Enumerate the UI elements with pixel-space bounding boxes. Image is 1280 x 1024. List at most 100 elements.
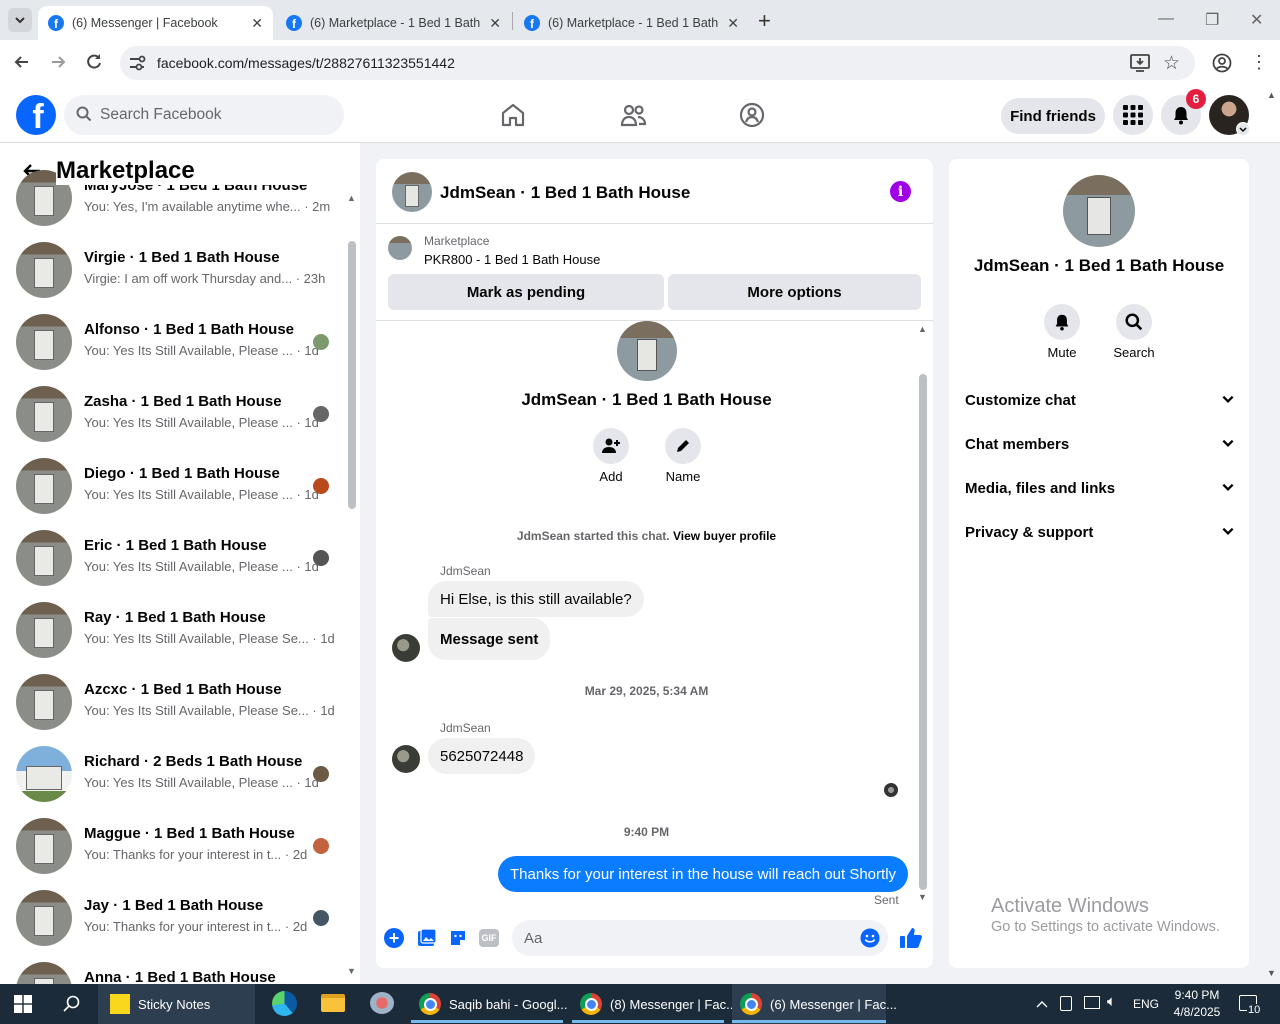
search-input[interactable]: Search Facebook xyxy=(64,95,344,135)
back-icon[interactable] xyxy=(12,52,32,75)
clock[interactable]: 9:40 PM 4/8/2025 xyxy=(1168,987,1226,1021)
taskbar-chrome-window[interactable]: (8) Messenger | Fac... xyxy=(572,984,737,1024)
more-options-button[interactable]: More options xyxy=(668,274,921,310)
edit-name-button[interactable] xyxy=(665,428,701,464)
taskbar-search-icon[interactable] xyxy=(63,995,81,1016)
new-tab-button[interactable]: + xyxy=(758,8,771,34)
minimize-icon[interactable]: — xyxy=(1158,10,1174,28)
chevron-down-icon xyxy=(1222,527,1234,535)
sender-avatar[interactable] xyxy=(392,745,420,773)
edge-browser-icon[interactable] xyxy=(272,991,297,1016)
chrome-icon xyxy=(740,993,762,1015)
network-icon[interactable] xyxy=(1084,996,1100,1009)
volume-icon[interactable]: 🔈︎ xyxy=(1107,993,1116,1010)
taskbar-chrome-window-active[interactable]: (6) Messenger | Fac... xyxy=(732,984,897,1024)
reload-icon[interactable] xyxy=(84,52,104,75)
mute-button[interactable] xyxy=(1044,304,1080,340)
page-scroll-up-icon[interactable]: ▲ xyxy=(1267,90,1276,100)
conversation-item[interactable]: Jay · 1 Bed 1 Bath House You: Thanks for … xyxy=(16,890,336,962)
gif-icon[interactable]: GIF xyxy=(479,929,499,947)
profile-icon[interactable] xyxy=(1212,53,1232,76)
conversation-preview: You: Thanks for your interest in t... · … xyxy=(84,919,308,934)
conversation-item[interactable]: Azcxc · 1 Bed 1 Bath House You: Yes Its S… xyxy=(16,674,336,746)
taskbar-chrome-window[interactable]: Saqib bahi - Googl... xyxy=(411,984,568,1024)
attach-image-icon[interactable] xyxy=(417,928,437,951)
language-indicator[interactable]: ENG xyxy=(1133,997,1159,1011)
chat-header-avatar[interactable] xyxy=(392,172,432,212)
account-chevron-icon[interactable] xyxy=(1236,122,1250,136)
conversation-item[interactable]: Anna · 1 Bed 1 Bath House xyxy=(16,962,336,984)
address-bar[interactable]: facebook.com/messages/t/2882761132355144… xyxy=(120,46,1195,80)
taskbar-item-label: Saqib bahi - Googl... xyxy=(449,996,568,1012)
sidebar-scrollbar[interactable]: ▲ ▼ xyxy=(347,193,357,983)
home-nav-icon[interactable] xyxy=(499,101,527,132)
bookmark-star-icon[interactable]: ☆ xyxy=(1163,52,1180,75)
close-tab-icon[interactable]: ✕ xyxy=(489,15,501,32)
page-scroll-down-icon[interactable]: ▼ xyxy=(1267,968,1276,978)
close-tab-icon[interactable]: ✕ xyxy=(251,15,263,32)
conversation-item[interactable]: Eric · 1 Bed 1 Bath House You: Yes Its St… xyxy=(16,530,336,602)
conversation-item[interactable]: Alfonso · 1 Bed 1 Bath House You: Yes Its… xyxy=(16,314,336,386)
conversation-item[interactable]: Diego · 1 Bed 1 Bath House You: Yes Its S… xyxy=(16,458,336,530)
sender-avatar[interactable] xyxy=(392,634,420,662)
search-in-chat-button[interactable] xyxy=(1116,304,1152,340)
scrollbar-thumb[interactable] xyxy=(919,374,927,890)
friends-nav-icon[interactable] xyxy=(619,101,647,132)
mark-as-pending-button[interactable]: Mark as pending xyxy=(388,274,664,310)
incoming-message[interactable]: 5625072448 xyxy=(428,738,536,774)
message-input[interactable]: Aa xyxy=(512,920,888,956)
scroll-up-arrow-icon[interactable]: ▲ xyxy=(347,193,356,203)
windows-start-icon[interactable] xyxy=(14,995,32,1016)
listing-price[interactable]: PKR800 - 1 Bed 1 Bath House xyxy=(424,252,600,267)
close-tab-icon[interactable]: ✕ xyxy=(727,15,739,32)
info-icon[interactable]: i xyxy=(890,181,911,202)
like-thumbs-up-icon[interactable] xyxy=(899,926,923,953)
incoming-message[interactable]: Message sent xyxy=(428,618,551,660)
window-close-icon[interactable]: ✕ xyxy=(1250,10,1263,30)
outgoing-message[interactable]: Thanks for your interest in the house wi… xyxy=(498,856,909,892)
tab-search-button[interactable] xyxy=(8,8,32,32)
more-actions-icon[interactable]: + xyxy=(384,928,404,948)
view-buyer-profile-link[interactable]: View buyer profile xyxy=(673,529,776,543)
scroll-down-arrow-icon[interactable]: ▼ xyxy=(347,966,356,976)
browser-tab-active[interactable]: f (6) Messenger | Facebook ✕ xyxy=(38,6,273,40)
install-app-icon[interactable] xyxy=(1130,54,1150,75)
chat-title[interactable]: JdmSean · 1 Bed 1 Bath House xyxy=(440,183,690,203)
conversation-item[interactable]: Richard · 2 Beds 1 Bath House You: Yes It… xyxy=(16,746,336,818)
search-icon xyxy=(76,106,92,125)
browser-menu-icon[interactable]: ⋮ xyxy=(1250,52,1268,72)
tray-chevron-icon[interactable] xyxy=(1036,996,1048,1012)
conversation-item[interactable]: Ray · 1 Bed 1 Bath House You: Yes Its Sti… xyxy=(16,602,336,674)
sticker-icon[interactable] xyxy=(448,928,468,951)
find-friends-button[interactable]: Find friends xyxy=(1001,98,1105,134)
browser-tab[interactable]: f (6) Marketplace - 1 Bed 1 Bath House ✕ xyxy=(514,6,749,40)
taskbar-sticky-notes[interactable]: Sticky Notes xyxy=(98,984,255,1024)
customize-chat-section[interactable]: Customize chat xyxy=(965,392,1235,409)
chat-profile-avatar[interactable] xyxy=(617,321,677,381)
chat-members-section[interactable]: Chat members xyxy=(965,436,1235,453)
scrollbar-thumb[interactable] xyxy=(348,241,356,509)
incoming-message[interactable]: Hi Else, is this still available? xyxy=(428,581,644,617)
conversation-item[interactable]: Maggue · 1 Bed 1 Bath House You: Thanks f… xyxy=(16,818,336,890)
conversation-item[interactable]: Virgie · 1 Bed 1 Bath House Virgie: I am … xyxy=(16,242,336,314)
scroll-up-arrow-icon[interactable]: ▲ xyxy=(918,324,927,334)
add-people-button[interactable] xyxy=(593,428,629,464)
forward-icon[interactable] xyxy=(48,52,68,75)
conversation-item[interactable]: Zasha · 1 Bed 1 Bath House You: Yes Its S… xyxy=(16,386,336,458)
file-explorer-icon[interactable] xyxy=(321,994,345,1012)
snipping-tool-icon[interactable] xyxy=(370,992,394,1014)
tray-device-icon[interactable] xyxy=(1060,996,1072,1011)
scroll-down-arrow-icon[interactable]: ▼ xyxy=(918,892,927,902)
emoji-icon[interactable] xyxy=(860,928,880,951)
menu-grid-button[interactable] xyxy=(1113,95,1153,135)
chat-scrollbar[interactable]: ▲ ▼ xyxy=(918,324,928,902)
media-files-links-section[interactable]: Media, files and links xyxy=(965,480,1235,497)
restore-icon[interactable]: ❐ xyxy=(1205,10,1219,30)
listing-thumbnail[interactable] xyxy=(388,236,412,260)
groups-nav-icon[interactable] xyxy=(738,101,766,132)
privacy-support-section[interactable]: Privacy & support xyxy=(965,524,1235,541)
facebook-logo-icon[interactable]: f xyxy=(16,95,56,135)
browser-tab[interactable]: f (6) Marketplace - 1 Bed 1 Bath House ✕ xyxy=(276,6,511,40)
site-settings-icon[interactable] xyxy=(128,54,146,75)
info-avatar[interactable] xyxy=(1063,175,1135,247)
